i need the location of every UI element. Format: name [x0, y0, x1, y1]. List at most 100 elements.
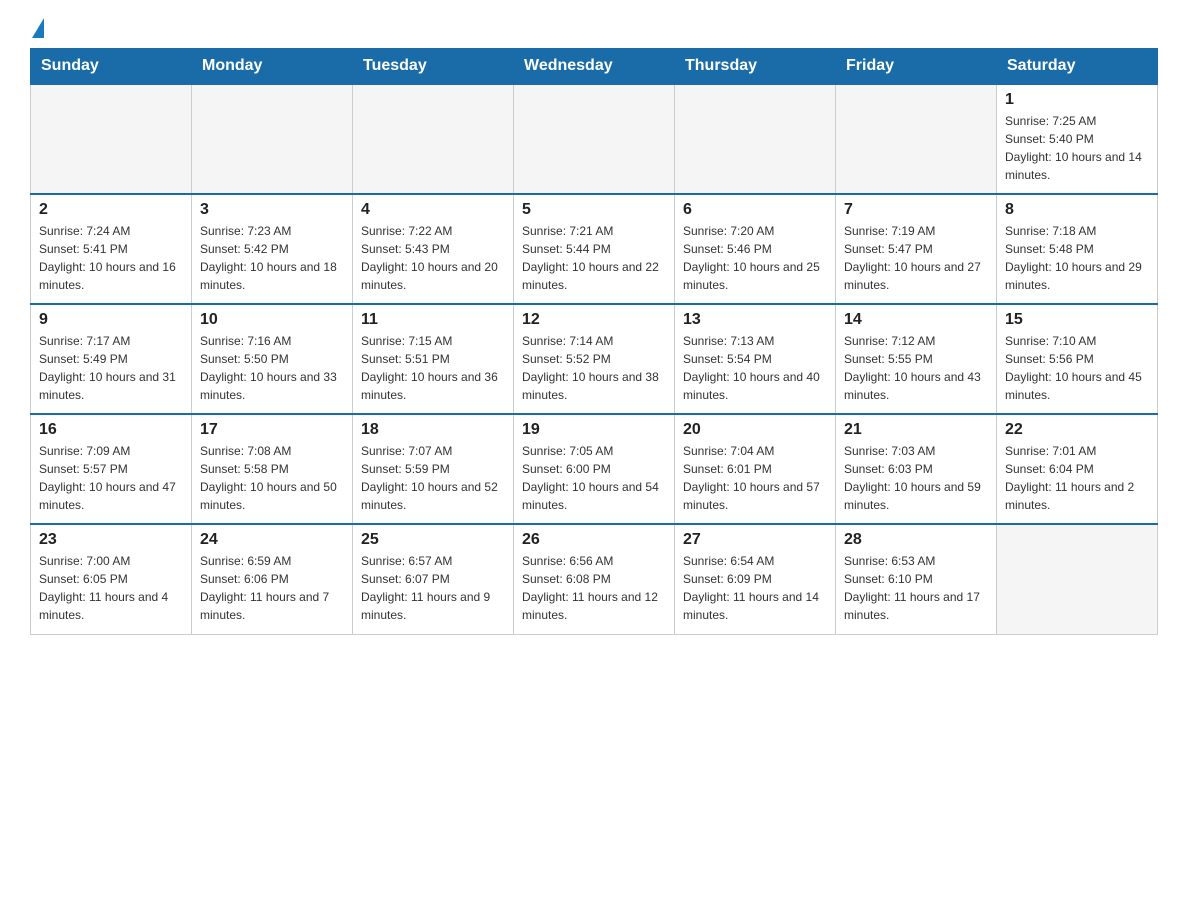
- day-info: Sunrise: 7:05 AMSunset: 6:00 PMDaylight:…: [522, 442, 666, 514]
- calendar-day-cell: [353, 84, 514, 194]
- day-info: Sunrise: 7:00 AMSunset: 6:05 PMDaylight:…: [39, 552, 183, 624]
- calendar-day-cell: 18 Sunrise: 7:07 AMSunset: 5:59 PMDayligh…: [353, 414, 514, 524]
- calendar-day-cell: 1 Sunrise: 7:25 AMSunset: 5:40 PMDaylight…: [997, 84, 1158, 194]
- calendar-day-cell: [997, 524, 1158, 634]
- day-number: 1: [1005, 91, 1149, 109]
- day-of-week-header: Sunday: [31, 49, 192, 85]
- day-of-week-header: Wednesday: [514, 49, 675, 85]
- calendar-day-cell: 25 Sunrise: 6:57 AMSunset: 6:07 PMDayligh…: [353, 524, 514, 634]
- day-number: 9: [39, 311, 183, 329]
- day-info: Sunrise: 7:12 AMSunset: 5:55 PMDaylight:…: [844, 332, 988, 404]
- day-number: 11: [361, 311, 505, 329]
- calendar-day-cell: 15 Sunrise: 7:10 AMSunset: 5:56 PMDayligh…: [997, 304, 1158, 414]
- calendar-day-cell: 17Sunrise: 7:08 AMSunset: 5:58 PMDayligh…: [192, 414, 353, 524]
- calendar-day-cell: 9 Sunrise: 7:17 AMSunset: 5:49 PMDaylight…: [31, 304, 192, 414]
- calendar-day-cell: 19 Sunrise: 7:05 AMSunset: 6:00 PMDayligh…: [514, 414, 675, 524]
- day-of-week-header: Tuesday: [353, 49, 514, 85]
- day-info: Sunrise: 7:16 AMSunset: 5:50 PMDaylight:…: [200, 332, 344, 404]
- logo: [30, 20, 44, 38]
- calendar-week-row: 9 Sunrise: 7:17 AMSunset: 5:49 PMDaylight…: [31, 304, 1158, 414]
- calendar-day-cell: 14 Sunrise: 7:12 AMSunset: 5:55 PMDayligh…: [836, 304, 997, 414]
- calendar-day-cell: 7 Sunrise: 7:19 AMSunset: 5:47 PMDaylight…: [836, 194, 997, 304]
- day-info: Sunrise: 7:01 AMSunset: 6:04 PMDaylight:…: [1005, 442, 1149, 514]
- day-info: Sunrise: 6:57 AMSunset: 6:07 PMDaylight:…: [361, 552, 505, 624]
- day-number: 6: [683, 201, 827, 219]
- day-number: 19: [522, 421, 666, 439]
- day-number: 5: [522, 201, 666, 219]
- calendar-day-cell: [675, 84, 836, 194]
- day-number: 13: [683, 311, 827, 329]
- calendar-day-cell: 10 Sunrise: 7:16 AMSunset: 5:50 PMDayligh…: [192, 304, 353, 414]
- day-number: 28: [844, 531, 988, 549]
- day-number: 2: [39, 201, 183, 219]
- day-info: Sunrise: 7:09 AMSunset: 5:57 PMDaylight:…: [39, 442, 183, 514]
- day-number: 16: [39, 421, 183, 439]
- day-number: 8: [1005, 201, 1149, 219]
- day-number: 10: [200, 311, 344, 329]
- calendar-day-cell: 4 Sunrise: 7:22 AMSunset: 5:43 PMDaylight…: [353, 194, 514, 304]
- day-of-week-header: Thursday: [675, 49, 836, 85]
- calendar-day-cell: 22 Sunrise: 7:01 AMSunset: 6:04 PMDayligh…: [997, 414, 1158, 524]
- day-number: 4: [361, 201, 505, 219]
- calendar-day-cell: [31, 84, 192, 194]
- day-number: 25: [361, 531, 505, 549]
- day-number: 14: [844, 311, 988, 329]
- day-info: Sunrise: 7:24 AMSunset: 5:41 PMDaylight:…: [39, 222, 183, 294]
- calendar-day-cell: 6Sunrise: 7:20 AMSunset: 5:46 PMDaylight…: [675, 194, 836, 304]
- calendar-day-cell: 26 Sunrise: 6:56 AMSunset: 6:08 PMDayligh…: [514, 524, 675, 634]
- day-number: 7: [844, 201, 988, 219]
- calendar-day-cell: 3 Sunrise: 7:23 AMSunset: 5:42 PMDaylight…: [192, 194, 353, 304]
- day-info: Sunrise: 7:22 AMSunset: 5:43 PMDaylight:…: [361, 222, 505, 294]
- day-info: Sunrise: 7:03 AMSunset: 6:03 PMDaylight:…: [844, 442, 988, 514]
- day-info: Sunrise: 7:23 AMSunset: 5:42 PMDaylight:…: [200, 222, 344, 294]
- day-info: Sunrise: 7:10 AMSunset: 5:56 PMDaylight:…: [1005, 332, 1149, 404]
- calendar-day-cell: 21 Sunrise: 7:03 AMSunset: 6:03 PMDayligh…: [836, 414, 997, 524]
- calendar-day-cell: 13 Sunrise: 7:13 AMSunset: 5:54 PMDayligh…: [675, 304, 836, 414]
- calendar-week-row: 1 Sunrise: 7:25 AMSunset: 5:40 PMDaylight…: [31, 84, 1158, 194]
- calendar-day-cell: 24Sunrise: 6:59 AMSunset: 6:06 PMDayligh…: [192, 524, 353, 634]
- day-number: 22: [1005, 421, 1149, 439]
- day-number: 23: [39, 531, 183, 549]
- page-header: [30, 20, 1158, 38]
- day-number: 27: [683, 531, 827, 549]
- day-number: 3: [200, 201, 344, 219]
- day-number: 21: [844, 421, 988, 439]
- logo-triangle-icon: [32, 18, 44, 38]
- calendar-day-cell: 5 Sunrise: 7:21 AMSunset: 5:44 PMDaylight…: [514, 194, 675, 304]
- day-number: 15: [1005, 311, 1149, 329]
- day-info: Sunrise: 7:17 AMSunset: 5:49 PMDaylight:…: [39, 332, 183, 404]
- calendar-day-cell: 23 Sunrise: 7:00 AMSunset: 6:05 PMDayligh…: [31, 524, 192, 634]
- day-info: Sunrise: 7:04 AMSunset: 6:01 PMDaylight:…: [683, 442, 827, 514]
- calendar-day-cell: [836, 84, 997, 194]
- calendar-day-cell: 2 Sunrise: 7:24 AMSunset: 5:41 PMDaylight…: [31, 194, 192, 304]
- day-info: Sunrise: 7:14 AMSunset: 5:52 PMDaylight:…: [522, 332, 666, 404]
- calendar-day-cell: [192, 84, 353, 194]
- day-info: Sunrise: 6:59 AMSunset: 6:06 PMDaylight:…: [200, 552, 344, 624]
- calendar-day-cell: 12Sunrise: 7:14 AMSunset: 5:52 PMDayligh…: [514, 304, 675, 414]
- calendar-day-cell: 16 Sunrise: 7:09 AMSunset: 5:57 PMDayligh…: [31, 414, 192, 524]
- calendar-week-row: 2 Sunrise: 7:24 AMSunset: 5:41 PMDaylight…: [31, 194, 1158, 304]
- day-info: Sunrise: 7:21 AMSunset: 5:44 PMDaylight:…: [522, 222, 666, 294]
- day-info: Sunrise: 7:25 AMSunset: 5:40 PMDaylight:…: [1005, 112, 1149, 184]
- calendar-table: SundayMondayTuesdayWednesdayThursdayFrid…: [30, 48, 1158, 635]
- day-number: 26: [522, 531, 666, 549]
- calendar-week-row: 16 Sunrise: 7:09 AMSunset: 5:57 PMDayligh…: [31, 414, 1158, 524]
- calendar-week-row: 23 Sunrise: 7:00 AMSunset: 6:05 PMDayligh…: [31, 524, 1158, 634]
- day-info: Sunrise: 7:07 AMSunset: 5:59 PMDaylight:…: [361, 442, 505, 514]
- day-info: Sunrise: 6:54 AMSunset: 6:09 PMDaylight:…: [683, 552, 827, 624]
- day-info: Sunrise: 7:19 AMSunset: 5:47 PMDaylight:…: [844, 222, 988, 294]
- day-of-week-header: Friday: [836, 49, 997, 85]
- calendar-day-cell: 20 Sunrise: 7:04 AMSunset: 6:01 PMDayligh…: [675, 414, 836, 524]
- calendar-day-cell: [514, 84, 675, 194]
- day-info: Sunrise: 7:18 AMSunset: 5:48 PMDaylight:…: [1005, 222, 1149, 294]
- day-info: Sunrise: 7:15 AMSunset: 5:51 PMDaylight:…: [361, 332, 505, 404]
- day-info: Sunrise: 7:13 AMSunset: 5:54 PMDaylight:…: [683, 332, 827, 404]
- calendar-day-cell: 27 Sunrise: 6:54 AMSunset: 6:09 PMDayligh…: [675, 524, 836, 634]
- calendar-day-cell: 11 Sunrise: 7:15 AMSunset: 5:51 PMDayligh…: [353, 304, 514, 414]
- day-number: 17: [200, 421, 344, 439]
- day-of-week-header: Saturday: [997, 49, 1158, 85]
- day-number: 18: [361, 421, 505, 439]
- calendar-day-cell: 8 Sunrise: 7:18 AMSunset: 5:48 PMDaylight…: [997, 194, 1158, 304]
- day-number: 20: [683, 421, 827, 439]
- day-info: Sunrise: 6:56 AMSunset: 6:08 PMDaylight:…: [522, 552, 666, 624]
